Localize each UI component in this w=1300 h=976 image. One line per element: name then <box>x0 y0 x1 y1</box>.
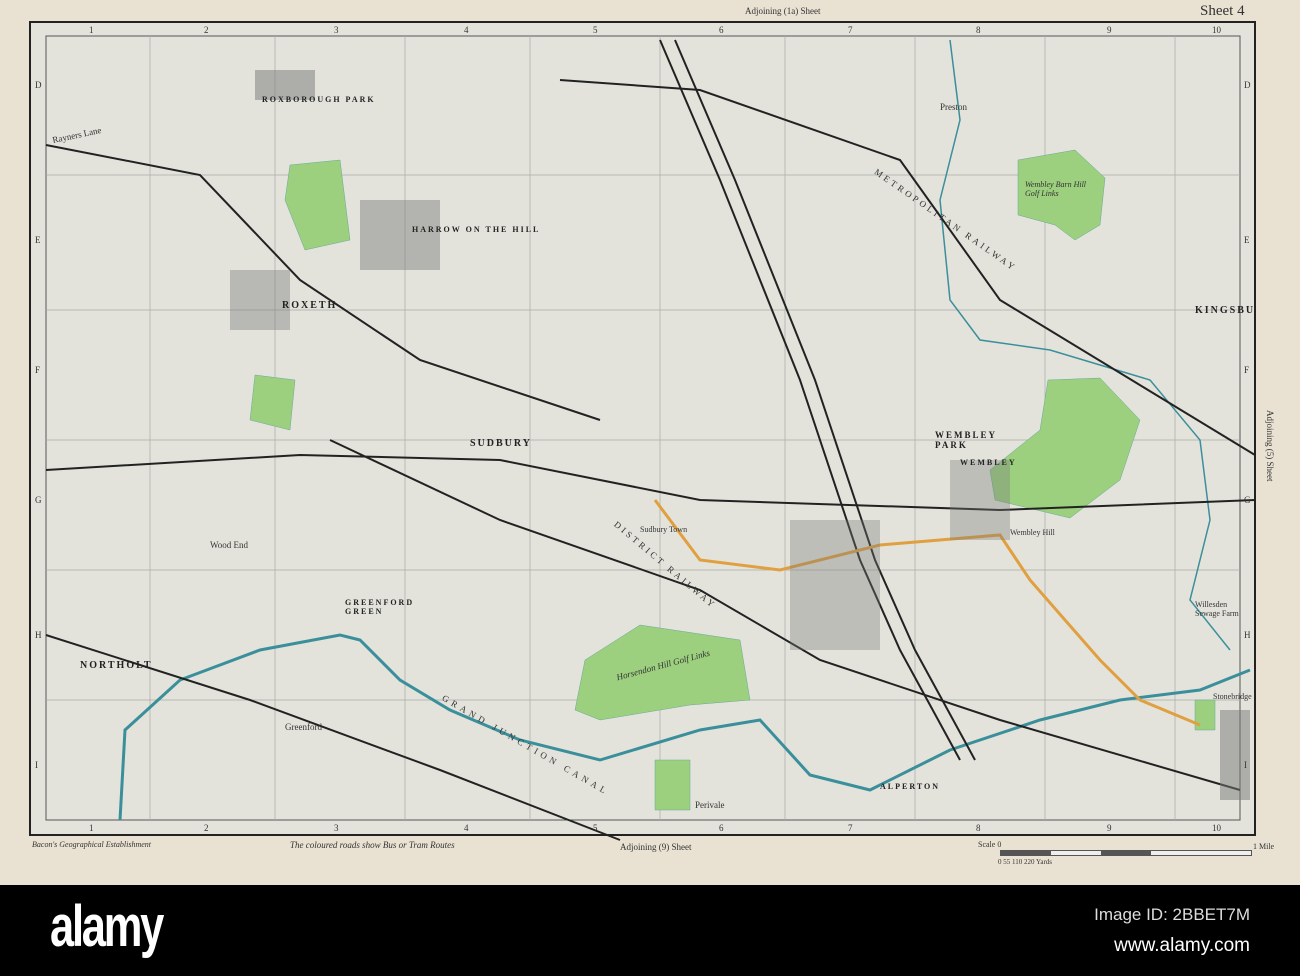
image-id: Image ID: 2BBET7M <box>1094 905 1250 924</box>
col-label: 2 <box>204 823 209 833</box>
col-label: 9 <box>1107 823 1112 833</box>
place-label: Willesden Sewage Farm <box>1195 600 1239 618</box>
place-label: NORTHOLT <box>80 660 153 671</box>
scale-label: Scale 0 <box>978 840 1002 849</box>
row-label: H <box>35 630 42 640</box>
col-label: 8 <box>976 25 981 35</box>
row-label: D <box>1244 80 1251 90</box>
place-label: HARROW ON THE HILL <box>412 225 541 234</box>
legend-note: The coloured roads show Bus or Tram Rout… <box>290 840 455 850</box>
col-label: 9 <box>1107 25 1112 35</box>
col-label: 4 <box>464 25 469 35</box>
col-label: 4 <box>464 823 469 833</box>
row-label: E <box>35 235 41 245</box>
place-label: Sudbury Town <box>640 525 688 534</box>
col-label: 1 <box>89 823 94 833</box>
scale-bar <box>1000 850 1252 856</box>
col-label: 2 <box>204 25 209 35</box>
row-label: I <box>35 760 38 770</box>
col-label: 6 <box>719 25 724 35</box>
place-label: GREENFORD GREEN <box>345 598 415 616</box>
place-label: SUDBURY <box>470 438 532 449</box>
place-label: WEMBLEY PARK <box>935 430 997 450</box>
scale-mile: 1 Mile <box>1253 842 1275 851</box>
place-label: ROXBOROUGH PARK <box>262 95 376 104</box>
row-label: E <box>1244 235 1250 245</box>
map-sheet: Adjoining (1a) Sheet Sheet 4 1 2 3 4 5 6… <box>0 0 1300 885</box>
row-label: D <box>35 80 42 90</box>
place-label: Wood End <box>210 540 249 550</box>
map-graphic <box>29 21 1256 841</box>
row-label: G <box>35 495 42 505</box>
place-label: Perivale <box>695 800 725 810</box>
watermark-bar: alamy Image ID: 2BBET7M www.alamy.com <box>0 885 1300 976</box>
place-label: ALPERTON <box>880 782 941 791</box>
alamy-url[interactable]: www.alamy.com <box>1114 935 1250 957</box>
adjoining-right-label: Adjoining (5) Sheet <box>1265 410 1275 482</box>
publisher: Bacon's Geographical Establishment <box>32 840 152 849</box>
col-label: 10 <box>1212 823 1221 833</box>
place-label: Stonebridge <box>1213 692 1252 701</box>
col-label: 3 <box>334 25 339 35</box>
col-label: 7 <box>848 25 853 35</box>
place-label: Greenford <box>285 722 322 732</box>
place-label: Wembley Hill <box>1010 528 1055 537</box>
col-label: 6 <box>719 823 724 833</box>
col-label: 3 <box>334 823 339 833</box>
adjoining-top-label: Adjoining (1a) Sheet <box>745 6 821 16</box>
place-label: ROXETH <box>282 300 338 311</box>
row-label: G <box>1244 495 1251 505</box>
place-label: KINGSBU <box>1195 305 1256 316</box>
row-label: F <box>35 365 41 375</box>
row-label: I <box>1244 760 1247 770</box>
place-label: Wembley Barn Hill Golf Links <box>1025 180 1087 198</box>
col-label: 8 <box>976 823 981 833</box>
col-label: 1 <box>89 25 94 35</box>
scale-yards: 0 55 110 220 Yards <box>998 858 1052 866</box>
row-label: F <box>1244 365 1250 375</box>
row-label: H <box>1244 630 1251 640</box>
col-label: 5 <box>593 25 598 35</box>
col-label: 5 <box>593 823 598 833</box>
col-label: 10 <box>1212 25 1221 35</box>
place-label: WEMBLEY <box>960 458 1017 467</box>
col-label: 7 <box>848 823 853 833</box>
alamy-logo: alamy <box>50 894 164 959</box>
adjoining-bottom-label: Adjoining (9) Sheet <box>620 842 692 852</box>
place-label: Preston <box>940 102 967 112</box>
sheet-number: Sheet 4 <box>1200 3 1245 19</box>
